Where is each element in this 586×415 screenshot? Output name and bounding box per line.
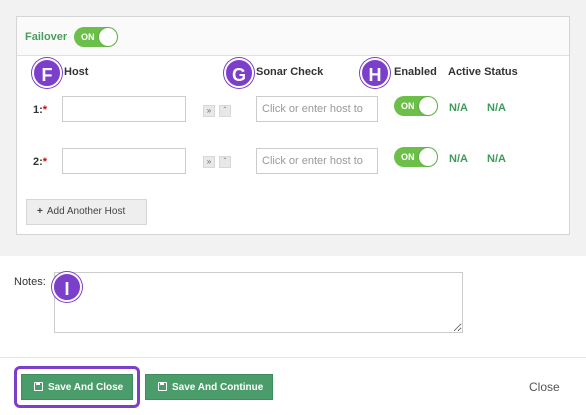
marker-f: F bbox=[32, 58, 62, 88]
notes-textarea[interactable] bbox=[54, 272, 463, 333]
row-1-label: 1:* bbox=[33, 104, 48, 116]
notes-label: Notes: bbox=[14, 276, 46, 288]
failover-header: Failover ON bbox=[17, 17, 569, 56]
save-icon bbox=[34, 382, 43, 391]
toggle-knob bbox=[419, 97, 437, 115]
host-column-header: Host bbox=[64, 66, 89, 78]
marker-g: G bbox=[224, 58, 254, 88]
row-2-status-b: N/A bbox=[487, 153, 506, 165]
add-another-host-button[interactable]: + Add Another Host bbox=[26, 199, 147, 225]
footer-divider bbox=[0, 357, 586, 358]
row-2-status-a: N/A bbox=[449, 153, 468, 165]
plus-icon: + bbox=[37, 206, 43, 217]
enabled-2-toggle-label: ON bbox=[401, 152, 415, 162]
move-down-icon[interactable]: » bbox=[203, 156, 215, 168]
failover-label: Failover bbox=[25, 31, 68, 43]
enabled-1-toggle-label: ON bbox=[401, 101, 415, 111]
host-1-input[interactable] bbox=[62, 96, 186, 122]
active-status-column-header: Active Status bbox=[448, 66, 518, 78]
sonar-check-1-input[interactable] bbox=[256, 96, 378, 122]
save-and-close-button[interactable]: Save And Close bbox=[21, 374, 133, 400]
close-link[interactable]: Close bbox=[529, 380, 560, 394]
row-2-label: 2:* bbox=[33, 156, 48, 168]
host-2-input[interactable] bbox=[62, 148, 186, 174]
failover-toggle-label: ON bbox=[81, 32, 95, 42]
host-section-background: Failover ON F Host G Sonar Check H Enabl… bbox=[0, 0, 586, 256]
enabled-2-toggle[interactable]: ON bbox=[394, 147, 438, 167]
save-and-continue-button[interactable]: Save And Continue bbox=[145, 374, 273, 400]
failover-toggle[interactable]: ON bbox=[74, 27, 118, 47]
add-another-host-label: Add Another Host bbox=[46, 206, 126, 217]
row-1-status-a: N/A bbox=[449, 102, 468, 114]
sonar-check-2-input[interactable] bbox=[256, 148, 378, 174]
save-icon bbox=[158, 382, 167, 391]
move-up-icon[interactable]: ˆ bbox=[219, 156, 231, 168]
move-down-icon[interactable]: » bbox=[203, 105, 215, 117]
enabled-1-toggle[interactable]: ON bbox=[394, 96, 438, 116]
save-and-close-label: Save And Close bbox=[48, 382, 124, 393]
toggle-knob bbox=[419, 148, 437, 166]
marker-h: H bbox=[360, 58, 390, 88]
toggle-knob bbox=[99, 28, 117, 46]
move-up-icon[interactable]: ˆ bbox=[219, 105, 231, 117]
sonar-check-column-header: Sonar Check bbox=[256, 66, 324, 78]
enabled-column-header: Enabled bbox=[394, 66, 437, 78]
row-1-status-b: N/A bbox=[487, 102, 506, 114]
save-and-continue-label: Save And Continue bbox=[172, 382, 264, 393]
marker-i: I bbox=[52, 272, 82, 302]
